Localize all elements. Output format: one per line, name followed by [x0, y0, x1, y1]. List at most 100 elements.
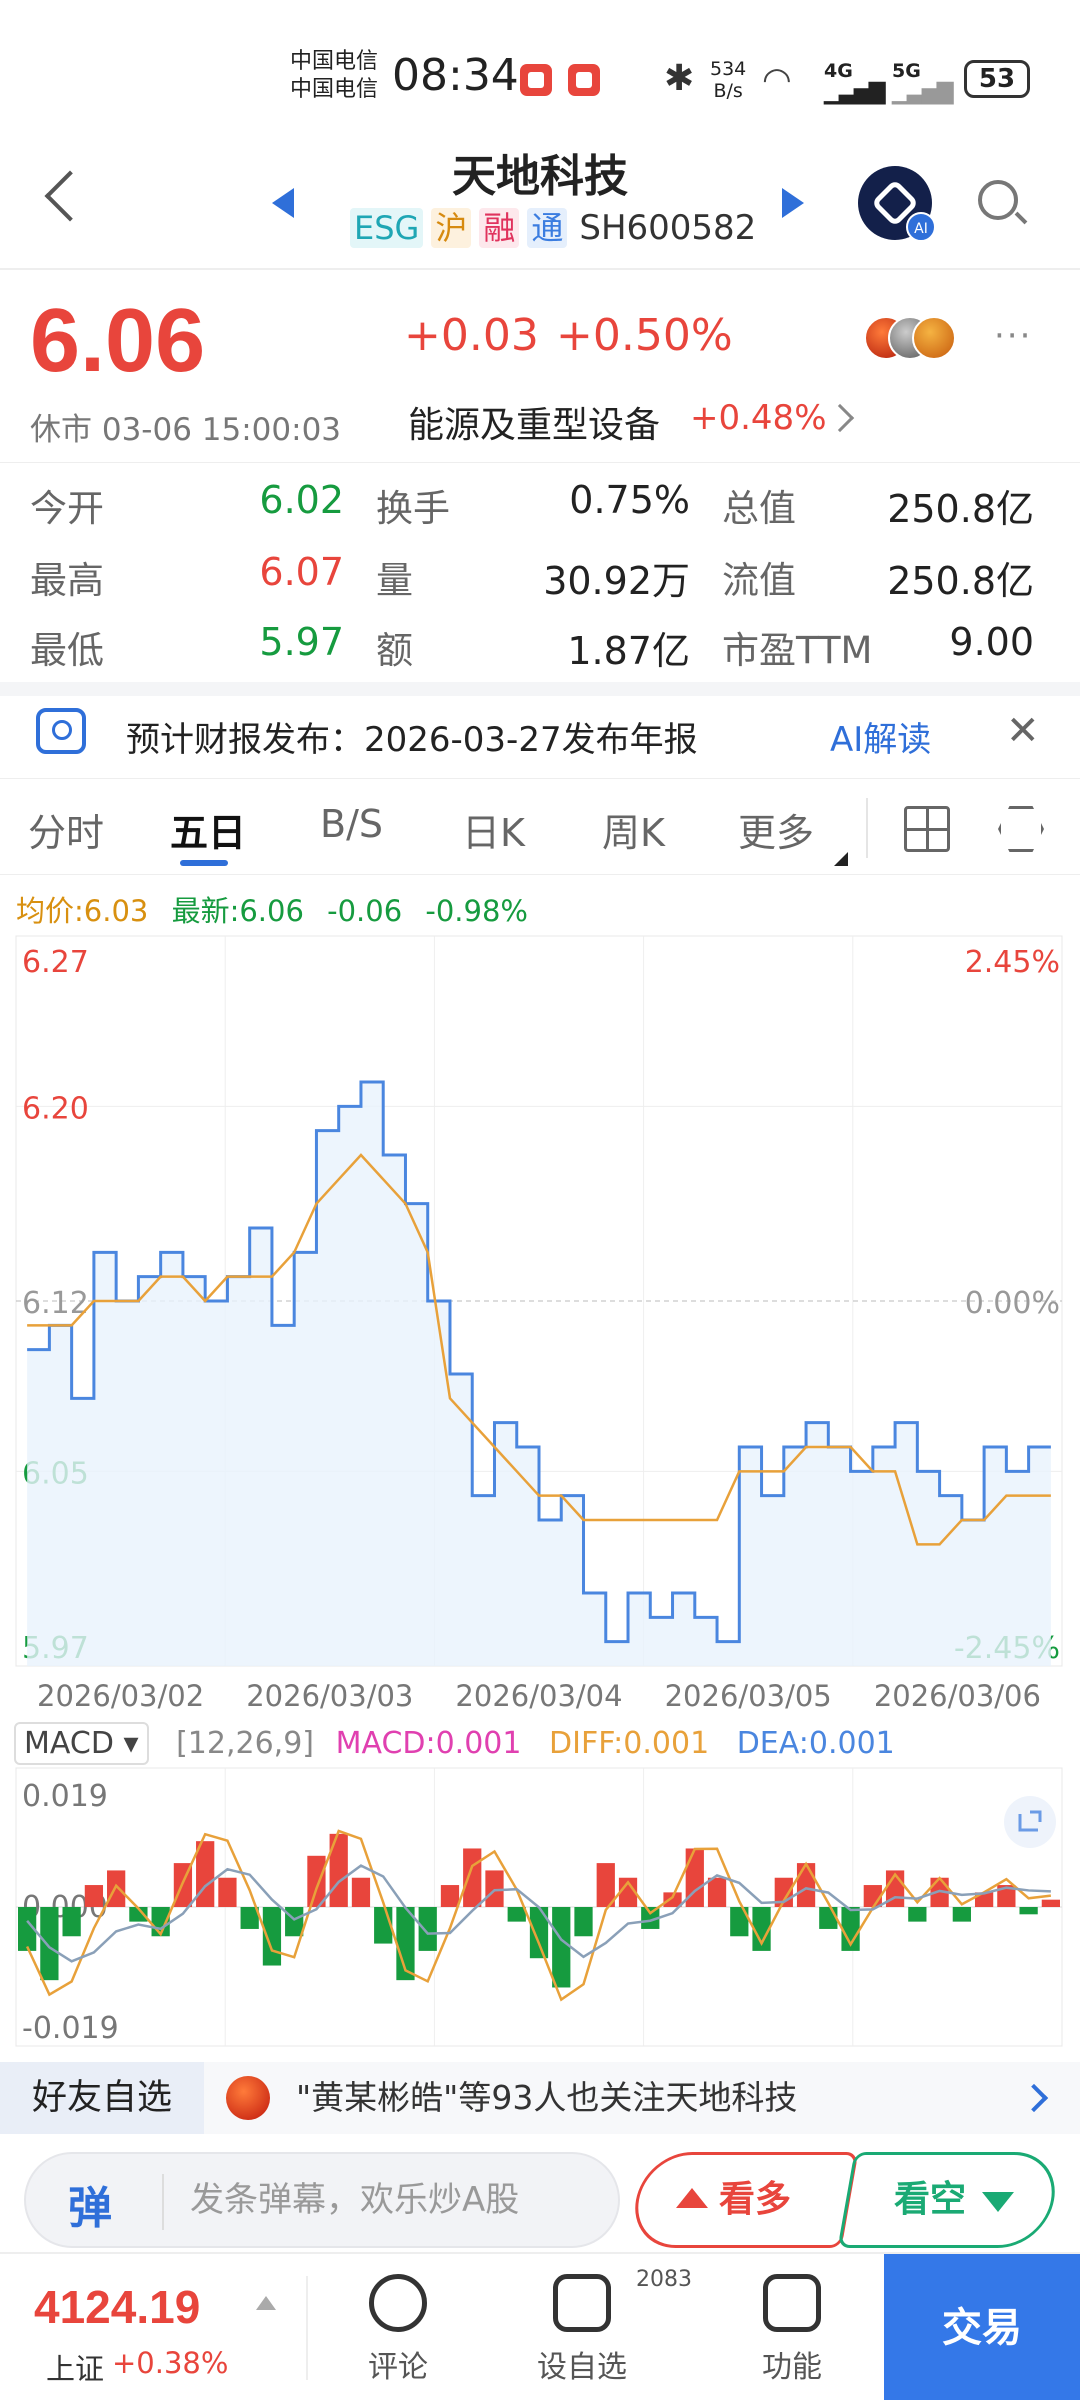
- latest-price-label: 最新:6.06: [171, 894, 304, 928]
- latest-change-label: -0.06: [327, 894, 403, 928]
- macd-bar: [418, 1907, 437, 1951]
- five-day-price-chart[interactable]: 6.276.206.126.055.972.45%0.00%-2.45%2026…: [0, 930, 1080, 1710]
- tag-hu[interactable]: 沪: [431, 208, 472, 248]
- macd-y-tick: -0.019: [22, 2011, 119, 2046]
- macd-bar: [351, 1877, 371, 1907]
- stat-label: 流值: [722, 559, 796, 602]
- ai-badge: AI: [906, 212, 936, 242]
- carrier-labels: 中国电信 中国电信: [290, 48, 378, 104]
- stat-label: 换手: [376, 487, 450, 530]
- market-status: 休市 03-06 15:00:03: [30, 412, 342, 448]
- status-bar: 中国电信 中国电信 08:34 ✱ 534 B/s ◠ 4G ▁▃▅▇ 5G ▁…: [0, 0, 1080, 140]
- tab-5[interactable]: 更多: [738, 802, 814, 857]
- macd-header: MACD ▾ [12,26,9] MACD:0.001 DIFF:0.001 D…: [14, 1722, 895, 1765]
- wifi-icon: ◠: [762, 60, 792, 100]
- sector-name[interactable]: 能源及重型设备: [408, 396, 660, 448]
- friends-text: "黄某彬皓"等93人也关注天地科技: [296, 2078, 798, 2117]
- ai-interpret-link[interactable]: AI解读: [830, 712, 931, 761]
- macd-bar: [307, 1855, 326, 1907]
- layout-grid-icon[interactable]: [904, 806, 950, 852]
- macd-bar: [463, 1848, 482, 1907]
- bullish-label[interactable]: 看多: [660, 2152, 850, 2248]
- friends-watch-bar[interactable]: 好友自选 "黄某彬皓"等93人也关注天地科技: [0, 2062, 1080, 2134]
- nav-separator: [306, 2276, 308, 2380]
- earnings-notice[interactable]: 预计财报发布：2026-03-27发布年报: [126, 712, 698, 761]
- avatar: [912, 316, 956, 360]
- triangle-up-icon: [256, 2296, 276, 2310]
- barrage-input[interactable]: 弹 发条弹幕，欢乐炒A股: [24, 2152, 620, 2248]
- x-tick-label: 2026/03/06: [874, 1679, 1041, 1710]
- y-tick-label-pct: 0.00%: [965, 1286, 1060, 1321]
- stat-value: 5.97: [259, 620, 344, 664]
- x-tick-label: 2026/03/04: [455, 1679, 622, 1710]
- tab-3[interactable]: 日K: [462, 802, 525, 857]
- stat-value: 9.00: [949, 620, 1034, 664]
- macd-params: [12,26,9]: [176, 1726, 315, 1761]
- chevron-right-icon[interactable]: [825, 403, 855, 433]
- nav-watchlist[interactable]: 2083 设自选: [522, 2267, 692, 2386]
- divider: [0, 874, 1080, 875]
- stat-label: 最高: [30, 559, 104, 602]
- macd-selector[interactable]: MACD ▾: [14, 1722, 149, 1765]
- tag-rong[interactable]: 融: [479, 208, 520, 248]
- avatar: [226, 2076, 270, 2120]
- tab-2[interactable]: B/S: [320, 802, 383, 846]
- prev-stock-button[interactable]: [272, 188, 294, 218]
- macd-y-tick: 0.019: [22, 1779, 108, 1814]
- macd-bar: [440, 1885, 460, 1907]
- chevron-right-icon[interactable]: [1019, 2083, 1049, 2113]
- macd-bar: [62, 1907, 81, 1937]
- y-tick-label: 6.20: [22, 1091, 89, 1126]
- index-name[interactable]: 上证: [46, 2346, 104, 2388]
- more-menu-icon[interactable]: ···: [994, 316, 1032, 356]
- next-stock-button[interactable]: [782, 188, 804, 218]
- barrage-placeholder[interactable]: 发条弹幕，欢乐炒A股: [190, 2154, 519, 2246]
- nav-watchlist-label: 设自选: [537, 2350, 627, 2385]
- trade-button[interactable]: 交易: [884, 2254, 1080, 2400]
- bottom-navigation: 4124.19 上证 +0.38% 评论 2083 设自选 功能 交易: [0, 2252, 1080, 2400]
- arrow-down-icon: [982, 2192, 1014, 2212]
- expand-button[interactable]: [1004, 1796, 1056, 1848]
- section-gap: [0, 682, 1080, 696]
- signal-bars-icon: ▁▃▅▇: [892, 80, 954, 105]
- macd-bar: [218, 1877, 237, 1907]
- x-tick-label: 2026/03/05: [665, 1679, 832, 1710]
- x-tick-label: 2026/03/02: [37, 1679, 204, 1710]
- nav-features[interactable]: 功能: [732, 2274, 852, 2386]
- macd-chart[interactable]: 0.0190.000-0.019: [0, 1764, 1080, 2054]
- dropdown-corner-icon: [834, 852, 848, 866]
- carrier-2: 中国电信: [290, 77, 379, 102]
- close-icon[interactable]: ✕: [1006, 708, 1040, 754]
- nav-comment[interactable]: 评论: [338, 2274, 458, 2386]
- tab-1[interactable]: 五日: [170, 802, 246, 857]
- macd-bar: [40, 1907, 59, 1981]
- bearish-label[interactable]: 看空: [860, 2152, 1000, 2248]
- follower-avatars[interactable]: [864, 316, 956, 360]
- macd-bar: [952, 1907, 971, 1922]
- notification-icon: [568, 64, 600, 96]
- tab-0[interactable]: 分时: [28, 802, 104, 857]
- settings-icon[interactable]: [998, 806, 1044, 852]
- stat-value: 250.8亿: [887, 487, 1034, 531]
- signal-bars-icon: ▁▃▅▇: [824, 80, 886, 105]
- index-value[interactable]: 4124.19: [34, 2280, 200, 2334]
- y-tick-label-pct: 2.45%: [965, 945, 1060, 980]
- stat-value: 30.92万: [543, 559, 690, 603]
- search-icon[interactable]: [978, 180, 1018, 220]
- stat-value: 250.8亿: [887, 559, 1034, 603]
- price-change: +0.03: [404, 310, 539, 361]
- chart-legend: 均价:6.03 最新:6.06 -0.06 -0.98%: [16, 888, 528, 930]
- tag-tong[interactable]: 通: [527, 208, 568, 248]
- divider: [0, 268, 1080, 270]
- ai-assistant-button[interactable]: AI: [858, 166, 936, 242]
- barrage-icon[interactable]: 弹: [68, 2172, 112, 2236]
- sector-change: +0.48%: [690, 398, 827, 438]
- tag-esg[interactable]: ESG: [350, 208, 424, 248]
- stat-value: 1.87亿: [567, 629, 690, 673]
- signal-4g: 4G: [824, 60, 853, 82]
- tab-4[interactable]: 周K: [602, 802, 665, 857]
- divider: [0, 778, 1080, 779]
- barrage-separator: [162, 2174, 164, 2230]
- net-speed-value: 534: [710, 58, 747, 80]
- friends-label: 好友自选: [0, 2062, 204, 2134]
